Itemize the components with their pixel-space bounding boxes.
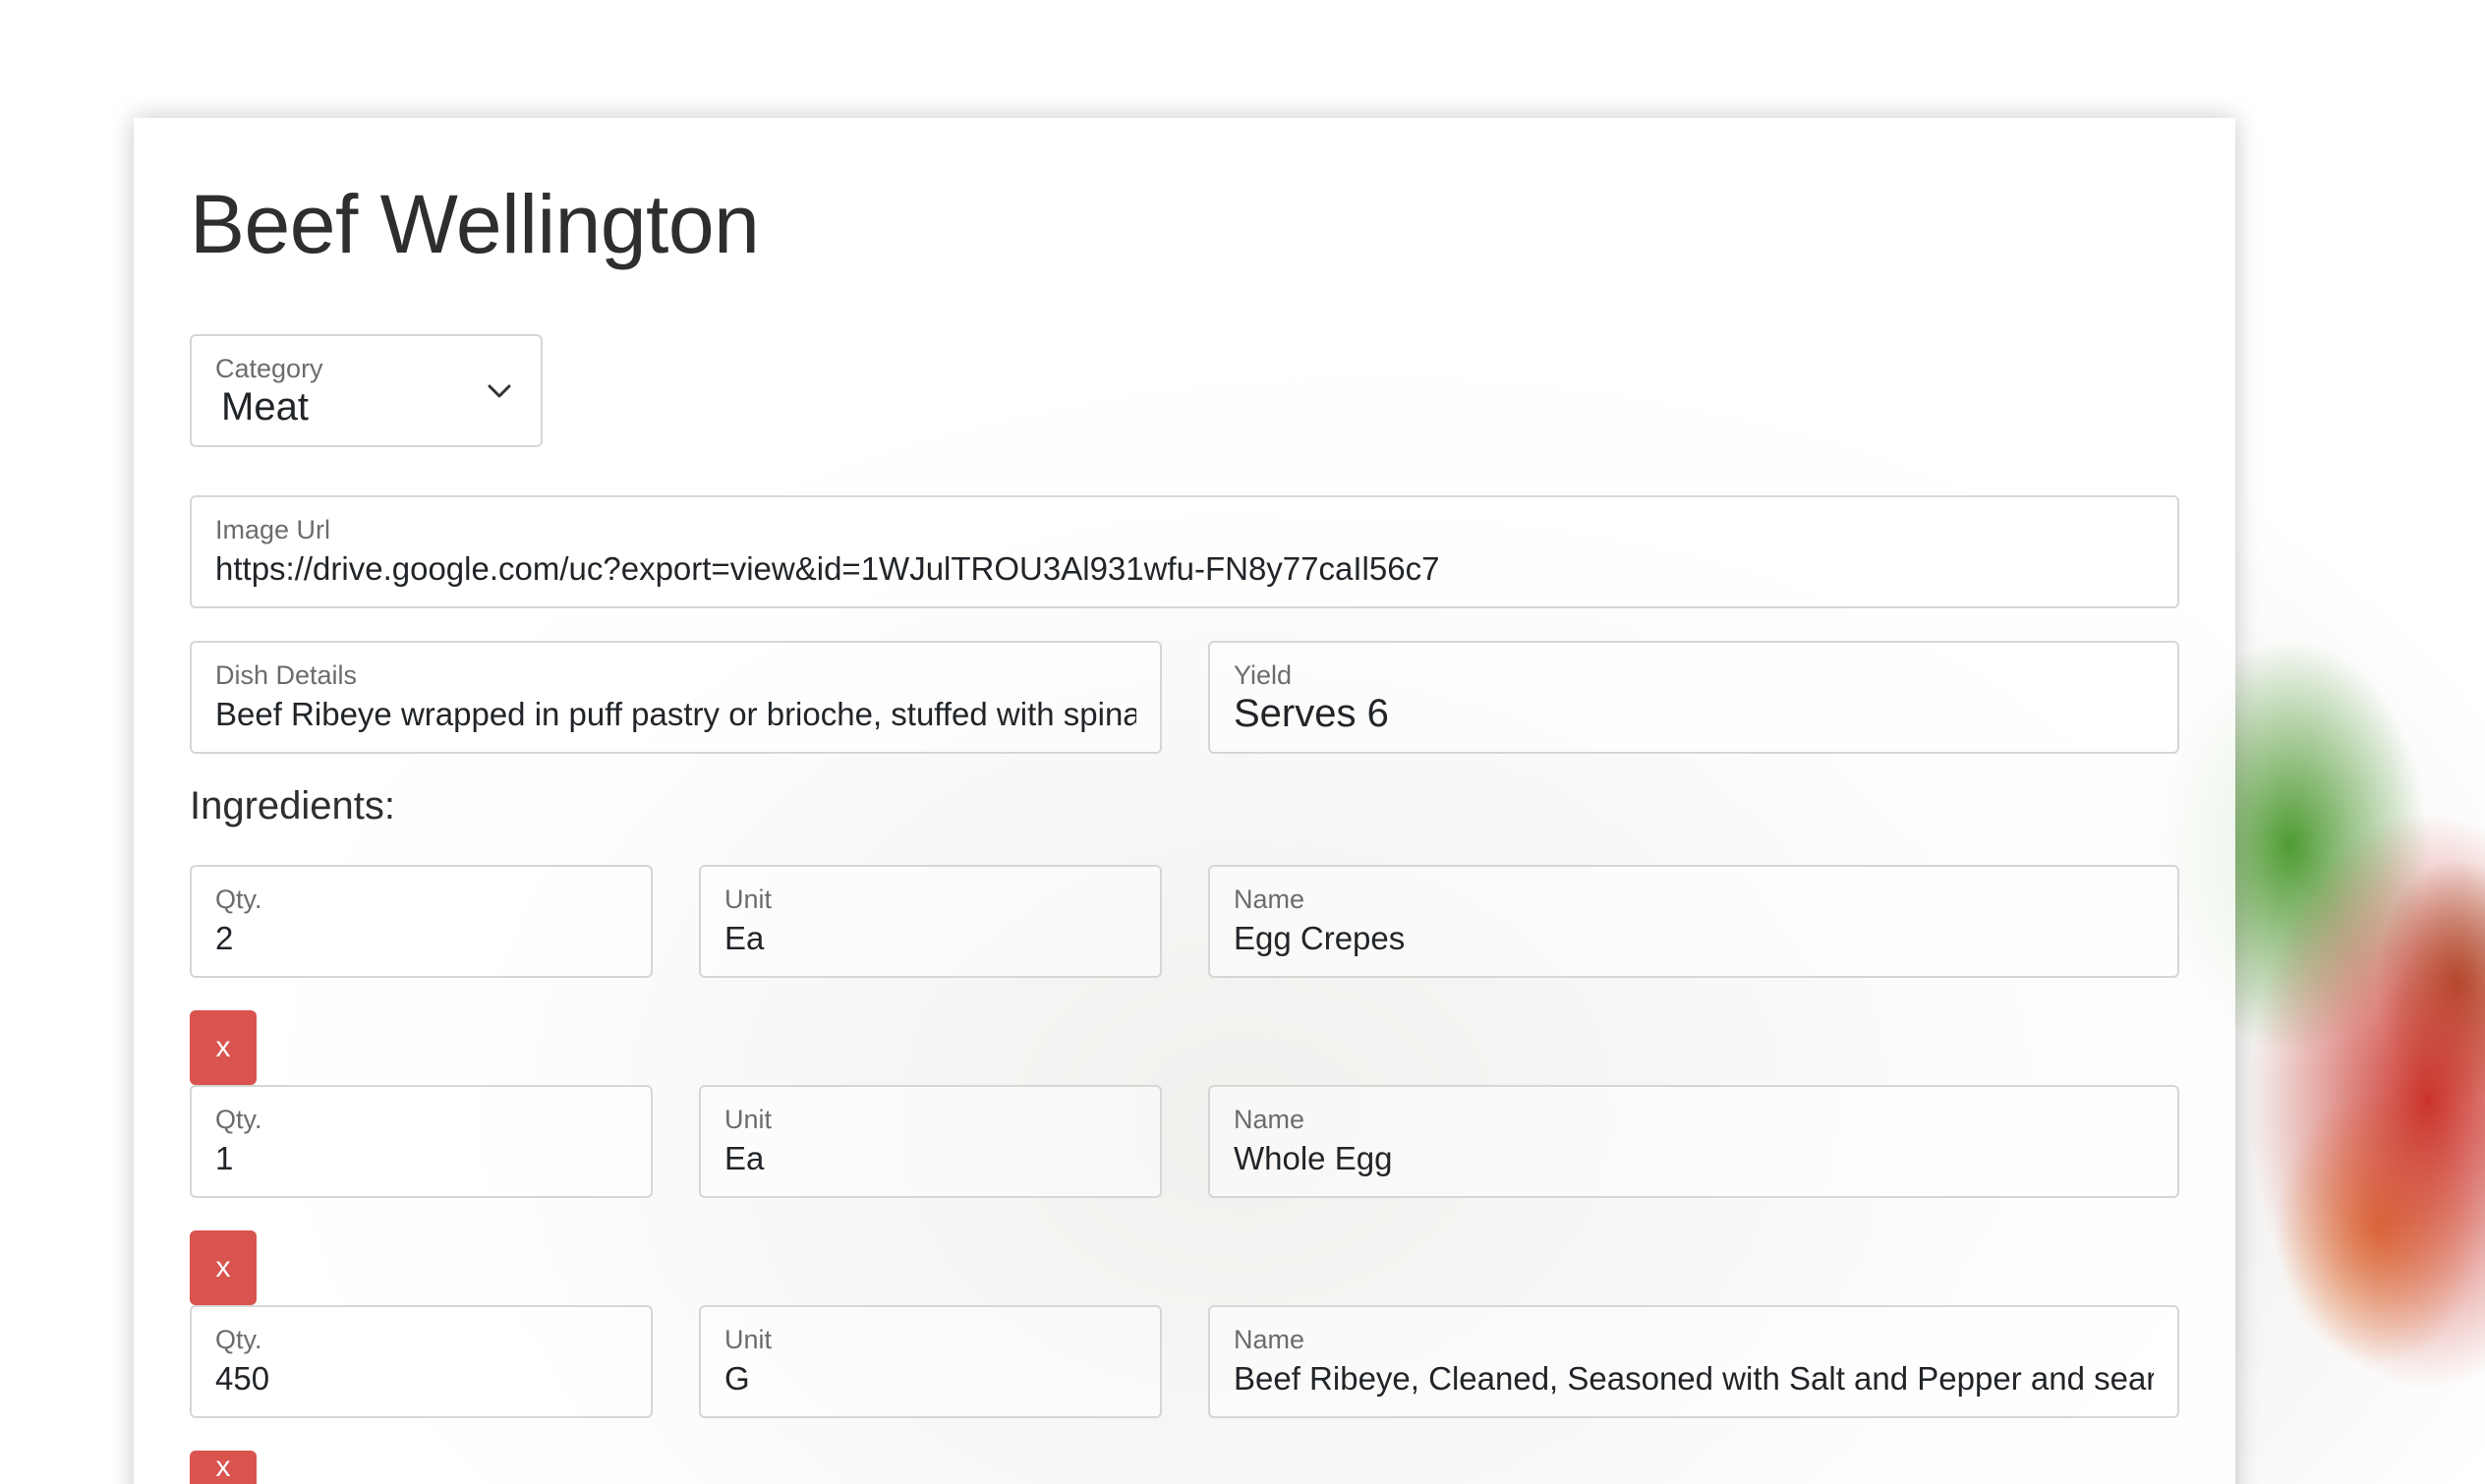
image-url-field[interactable]: Image Url https://drive.google.com/uc?ex…	[190, 495, 2179, 608]
ingredient-qty-field[interactable]: Qty. 1	[190, 1085, 653, 1198]
qty-label: Qty.	[215, 1325, 262, 1354]
qty-label: Qty.	[215, 885, 262, 914]
qty-label: Qty.	[215, 1105, 262, 1134]
name-value: Egg Crepes	[1234, 920, 1406, 956]
chevron-down-icon	[488, 384, 511, 398]
ingredients-heading: Ingredients:	[190, 784, 396, 828]
name-value: Whole Egg	[1234, 1140, 1393, 1176]
image-url-value: https://drive.google.com/uc?export=view&…	[215, 550, 1440, 587]
dish-details-field[interactable]: Dish Details Beef Ribeye wrapped in puff…	[190, 641, 1162, 754]
unit-label: Unit	[724, 1105, 773, 1134]
remove-ingredient-button[interactable]: x	[190, 1010, 257, 1085]
ingredient-name-field[interactable]: Name Whole Egg	[1208, 1085, 2179, 1198]
yield-label: Yield	[1234, 660, 1293, 690]
unit-label: Unit	[724, 1325, 773, 1354]
name-value: Beef Ribeye, Cleaned, Seasoned with Salt…	[1234, 1360, 2154, 1397]
remove-ingredient-button[interactable]: x	[190, 1451, 257, 1484]
ingredient-unit-field[interactable]: Unit Ea	[699, 1085, 1162, 1198]
unit-value: Ea	[724, 920, 765, 956]
yield-field[interactable]: Yield Serves 6	[1208, 641, 2179, 754]
yield-value: Serves 6	[1234, 692, 1389, 735]
ingredient-qty-field[interactable]: Qty. 2	[190, 865, 653, 978]
page-title: Beef Wellington	[190, 178, 760, 270]
ingredient-unit-field[interactable]: Unit Ea	[699, 865, 1162, 978]
category-label: Category	[215, 354, 323, 383]
ingredient-unit-field[interactable]: Unit G	[699, 1305, 1162, 1418]
name-label: Name	[1234, 1105, 1305, 1134]
category-value: Meat	[221, 385, 309, 428]
category-select[interactable]: Category Meat	[190, 334, 543, 447]
unit-value: Ea	[724, 1140, 765, 1176]
qty-value: 2	[215, 920, 234, 956]
qty-value: 450	[215, 1360, 270, 1397]
ingredient-name-field[interactable]: Name Beef Ribeye, Cleaned, Seasoned with…	[1208, 1305, 2179, 1418]
unit-value: G	[724, 1360, 750, 1397]
dish-details-label: Dish Details	[215, 660, 358, 690]
qty-value: 1	[215, 1140, 234, 1176]
recipe-form-card	[134, 118, 2235, 1484]
remove-ingredient-button[interactable]: x	[190, 1230, 257, 1305]
ingredient-name-field[interactable]: Name Egg Crepes	[1208, 865, 2179, 978]
dish-details-value: Beef Ribeye wrapped in puff pastry or br…	[215, 696, 1136, 732]
name-label: Name	[1234, 885, 1305, 914]
name-label: Name	[1234, 1325, 1305, 1354]
unit-label: Unit	[724, 885, 773, 914]
image-url-label: Image Url	[215, 515, 331, 544]
ingredient-qty-field[interactable]: Qty. 450	[190, 1305, 653, 1418]
